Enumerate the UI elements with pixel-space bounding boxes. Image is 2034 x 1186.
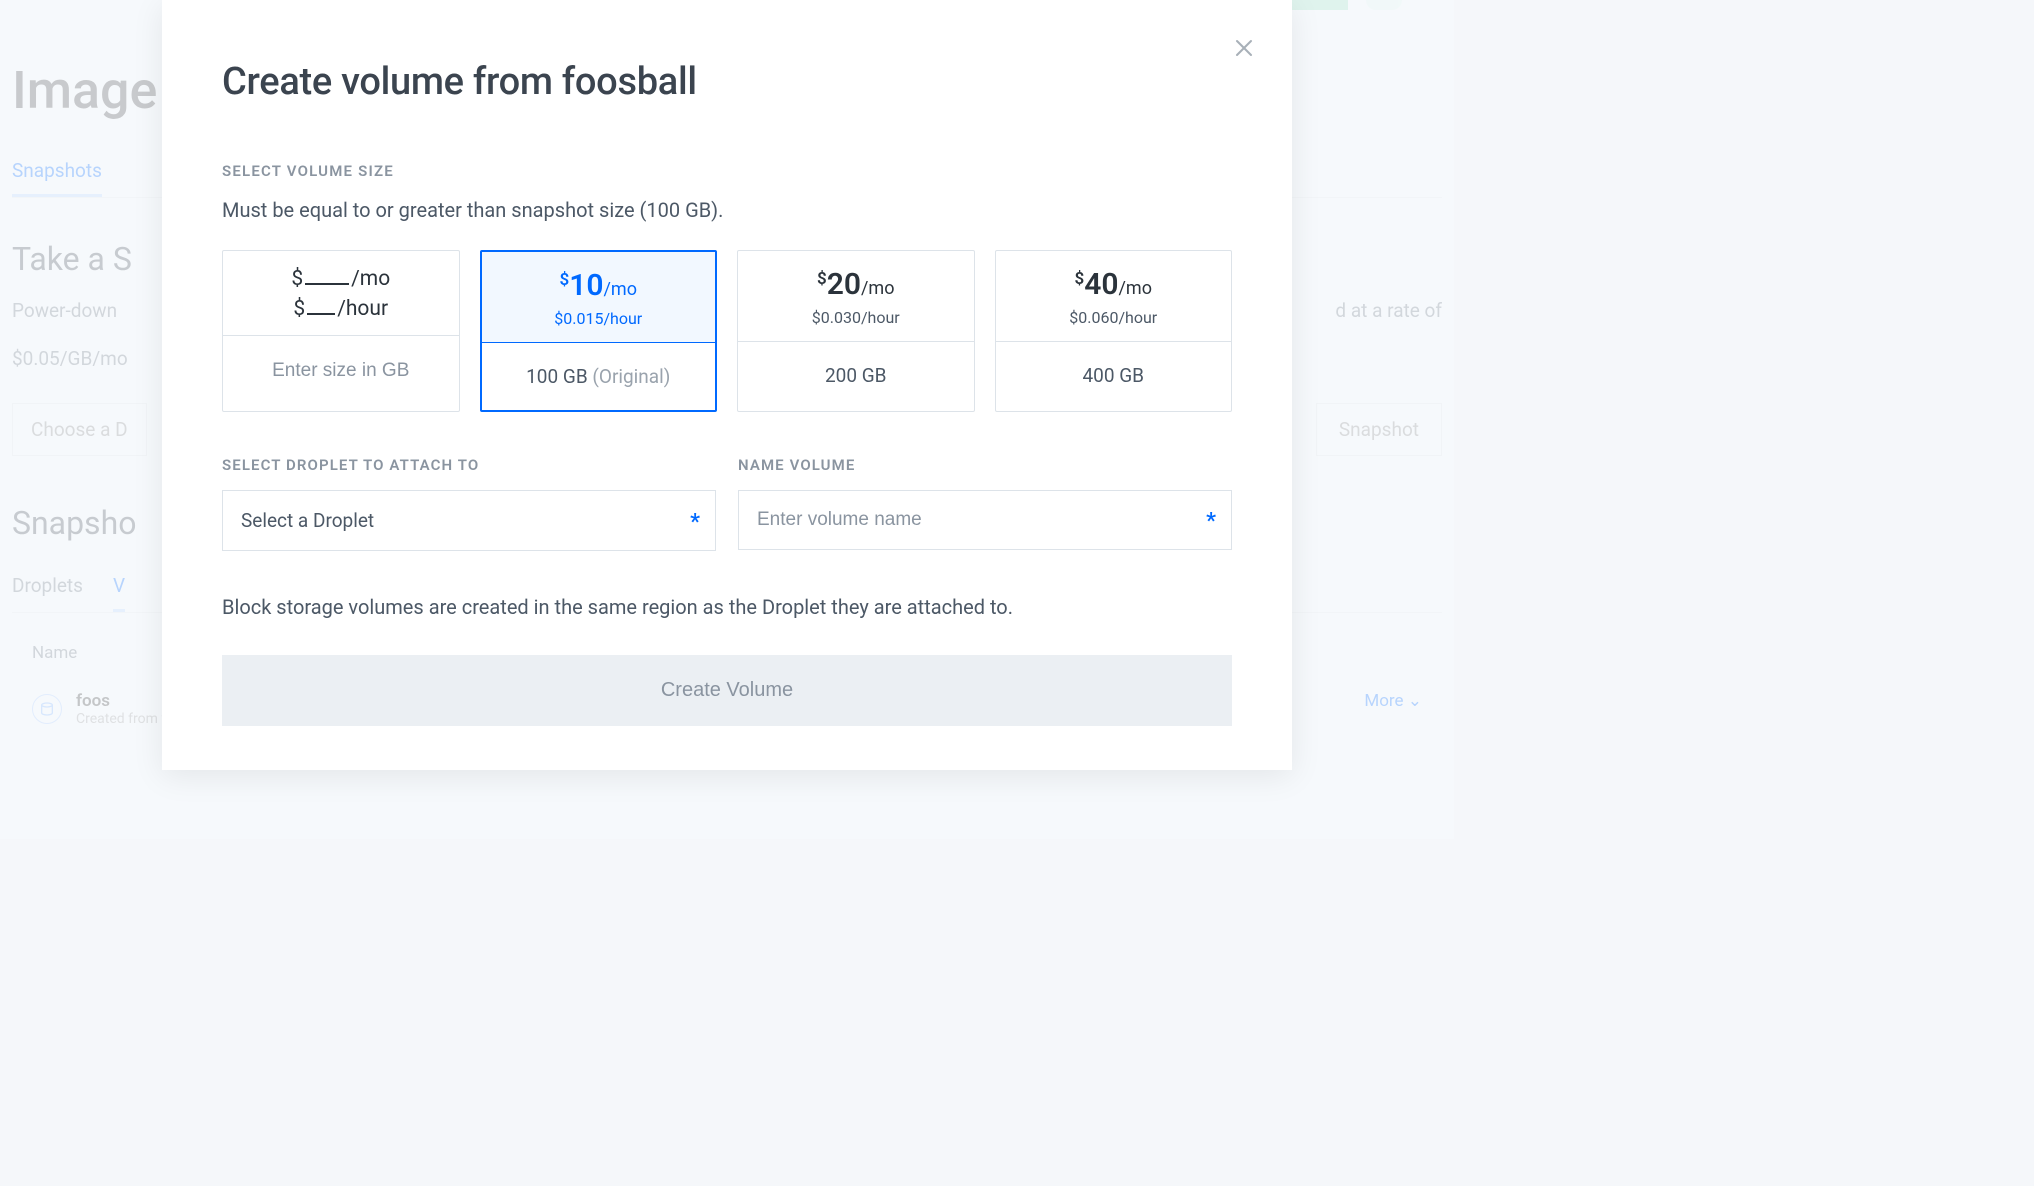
droplet-select[interactable]: Select a Droplet [222, 490, 716, 551]
volume-name-input[interactable] [738, 490, 1232, 550]
region-info-text: Block storage volumes are created in the… [222, 595, 1232, 619]
close-icon[interactable] [1232, 36, 1256, 60]
required-asterisk-icon: * [690, 509, 700, 534]
create-volume-button[interactable]: Create Volume [222, 655, 1232, 726]
size-card-100gb[interactable]: $10/mo $0.015/hour 100 GB (Original) [480, 250, 718, 412]
required-asterisk-icon: * [1206, 509, 1216, 534]
custom-size-input[interactable] [233, 360, 449, 382]
modal-title: Create volume from foosball [222, 60, 1232, 104]
size-card-custom[interactable]: $/mo $/hour [222, 250, 460, 412]
size-card-200gb[interactable]: $20/mo $0.030/hour 200 GB [737, 250, 975, 412]
size-section-label: SELECT VOLUME SIZE [222, 162, 1232, 180]
create-volume-modal: Create volume from foosball SELECT VOLUM… [162, 0, 1292, 770]
size-card-400gb[interactable]: $40/mo $0.060/hour 400 GB [995, 250, 1233, 412]
droplet-field-label: SELECT DROPLET TO ATTACH TO [222, 456, 716, 474]
size-options-grid: $/mo $/hour $10/mo $0.015/hour 100 GB [222, 250, 1232, 412]
size-section-help: Must be equal to or greater than snapsho… [222, 198, 1232, 222]
name-field-label: NAME VOLUME [738, 456, 1232, 474]
modal-overlay: Create volume from foosball SELECT VOLUM… [0, 0, 1454, 839]
